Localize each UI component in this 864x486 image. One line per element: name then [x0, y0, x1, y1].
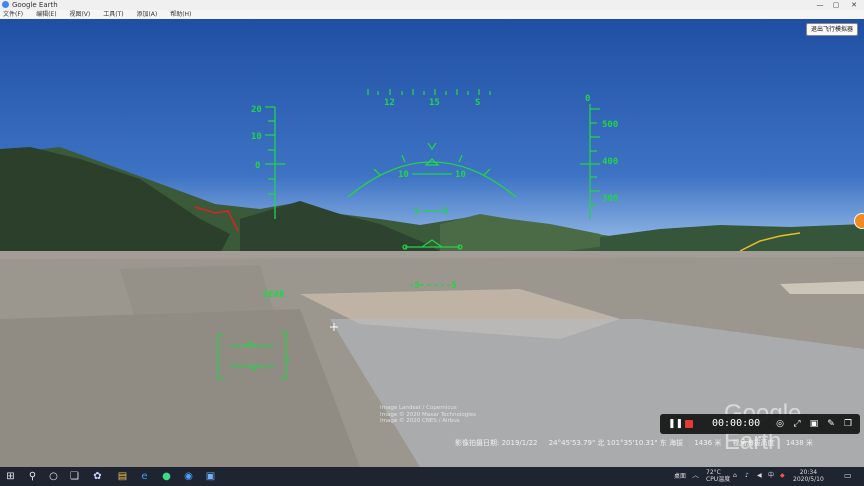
hud-left-tick-10: 10: [251, 132, 262, 142]
menu-edit[interactable]: 编辑(E): [36, 10, 56, 19]
close-button[interactable]: ✕: [846, 0, 862, 10]
notification-icon[interactable]: ▭: [844, 472, 852, 480]
security-shield-icon[interactable]: ◆: [780, 472, 785, 479]
imagery-date: 影像拍摄日期: 2019/1/22: [455, 439, 538, 447]
credit-line: Image © 2020 CNES / Airbus: [380, 418, 460, 424]
menu-tools[interactable]: 工具(T): [103, 10, 123, 19]
browser-globe-icon[interactable]: ◉: [182, 470, 195, 483]
start-windows-icon[interactable]: ⊞: [4, 470, 17, 483]
clock-date: 2020/5/10: [793, 476, 824, 483]
hud-left-tick-0: 0: [255, 161, 260, 171]
hud-left-tick-20: 20: [251, 105, 262, 115]
google-earth-logo-icon: [2, 1, 9, 8]
minimize-button[interactable]: —: [812, 0, 828, 10]
hud-left-scale: 20 10 0: [251, 105, 262, 171]
menu-view[interactable]: 视图(V): [69, 10, 90, 19]
menu-add[interactable]: 添加(A): [136, 10, 157, 19]
maximize-button[interactable]: ▢: [828, 0, 844, 10]
window-title: Google Earth: [12, 1, 58, 9]
network-icon[interactable]: ⌂: [733, 472, 737, 479]
imagery-credits: Image Landsat / Copernicus Image © 2020 …: [380, 405, 476, 425]
hud-heading-s: S: [475, 98, 480, 108]
fullscreen-icon[interactable]: ⤢: [791, 418, 803, 430]
volume-icon[interactable]: ◀: [757, 472, 762, 479]
elevation: 1436 米: [694, 439, 722, 447]
eye-alt-label: 视角海拔高度: [732, 439, 775, 447]
menu-bar: 文件(F) 编辑(E) 视图(V) 工具(T) 添加(A) 帮助(H): [0, 10, 864, 19]
pause-icon[interactable]: ❚❚: [668, 419, 683, 429]
status-bar: 影像拍摄日期: 2019/1/22 24°45'53.79" 北 101°35'…: [455, 438, 822, 448]
hud-right-tick-400: 400: [602, 157, 618, 167]
navigation-ball-icon[interactable]: [854, 213, 864, 229]
cpu-temp-value: 72°C: [706, 469, 721, 476]
search-icon[interactable]: ⚲: [26, 470, 39, 483]
recording-timer: 00:00:00: [712, 418, 761, 429]
hud-heading-15: 15: [429, 98, 440, 108]
app-pinwheel-icon[interactable]: ✿: [91, 470, 104, 483]
hud-right-tick-300: 300: [602, 194, 618, 204]
menu-file[interactable]: 文件(F): [3, 10, 23, 19]
hud-heading-12: 12: [384, 98, 395, 108]
windows-taskbar: ⊞ ⚲ ○ ❏ ✿ ▤ e ● ◉ ▣ 桌面 ︿ 72°C CPU温度 ⌂ ♪ …: [0, 467, 864, 486]
window-icon[interactable]: ❐: [842, 418, 854, 430]
hud-pitch-10-right: 10: [455, 170, 466, 180]
coordinates: 24°45'53.79" 北 101°35'10.31" 东 海拔: [548, 439, 684, 447]
desktop-label[interactable]: 桌面: [674, 473, 686, 480]
menu-help[interactable]: 帮助(H): [170, 10, 191, 19]
task-view-icon[interactable]: ❏: [68, 470, 81, 483]
hud-pitch-5-right: 5: [443, 207, 448, 217]
cpu-temp: 72°C CPU温度: [706, 469, 730, 483]
eye-alt-value: 1438 米: [785, 439, 813, 447]
clock-time: 20:34: [799, 469, 818, 476]
wechat-icon[interactable]: ●: [160, 470, 173, 483]
camera-icon[interactable]: ▣: [808, 418, 820, 430]
ime-icon[interactable]: 中: [768, 472, 774, 479]
screen-recorder-toolbar: ❚❚ 00:00:00 ◎ ⤢ ▣ ✎ ❐: [660, 414, 860, 434]
title-bar: Google Earth — ▢ ✕: [0, 0, 864, 10]
clock[interactable]: 20:34 2020/5/10: [793, 469, 824, 483]
cpu-temp-label: CPU温度: [706, 476, 731, 483]
screenshot-region-icon[interactable]: ◎: [774, 418, 786, 430]
exit-flight-simulator-button[interactable]: 退出飞行模拟器: [805, 23, 858, 36]
hud-heading-tape: 12 15 S: [384, 98, 480, 108]
hud-gear-indicator: GEAR: [263, 290, 285, 300]
edge-browser-icon[interactable]: e: [138, 470, 151, 483]
crosshair-icon: [330, 323, 338, 331]
pen-icon[interactable]: ✎: [825, 418, 837, 430]
tray-up-chevron-icon[interactable]: ︿: [692, 472, 699, 479]
google-earth-taskbar-icon[interactable]: ▣: [204, 470, 217, 483]
file-explorer-icon[interactable]: ▤: [116, 470, 129, 483]
hud-right-tick-500: 500: [602, 120, 618, 130]
hud-pitch-neg5-right: -5: [446, 281, 457, 291]
hud-pitch-neg5-left: -5: [409, 281, 420, 291]
cortana-circle-icon[interactable]: ○: [47, 470, 60, 483]
stop-record-button[interactable]: [685, 420, 693, 428]
hud-pitch-10-left: 10: [398, 170, 409, 180]
hud-right-top: 0: [585, 94, 590, 104]
mic-icon[interactable]: ♪: [745, 472, 749, 479]
hud-pitch-5-left: 5: [414, 207, 419, 217]
